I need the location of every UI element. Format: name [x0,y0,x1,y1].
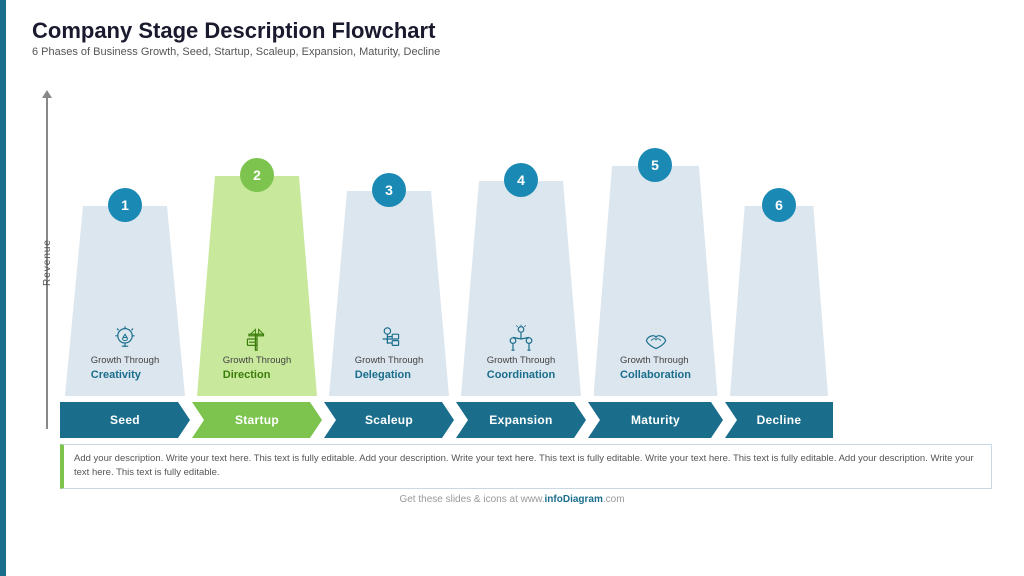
arrow-decline: Decline [725,402,833,438]
arrow-label-maturity: Maturity [631,413,680,427]
creativity-icon [109,323,141,355]
footer-brand: infoDiagram [545,494,603,505]
revenue-label: Revenue [42,239,53,286]
slide: Company Stage Description Flowchart 6 Ph… [0,0,1024,576]
phase-col-3: 3 Growth ThroughDelegation [324,173,454,396]
description-box: Add your description. Write your text he… [60,444,992,489]
header: Company Stage Description Flowchart 6 Ph… [32,18,992,58]
direction-icon [241,323,273,355]
phase-number-2: 2 [240,158,274,192]
arrow-startup: Startup [192,402,322,438]
arrow-maturity: Maturity [588,402,723,438]
phase-label-1: Growth ThroughCreativity [91,355,159,382]
arrow-label-expansion: Expansion [489,413,552,427]
phase-label-2: Growth ThroughDirection [223,355,291,382]
arrow-expansion: Expansion [456,402,586,438]
arrow-label-startup: Startup [235,413,279,427]
phases-row: 1 Growth Through [60,76,992,396]
phase-col-5: 5 Growth ThroughCollaboration [588,148,723,396]
arrow-label-seed: Seed [110,413,140,427]
arrow-label-decline: Decline [757,413,802,427]
slide-subtitle: 6 Phases of Business Growth, Seed, Start… [32,46,992,58]
footer-note: Get these slides & icons at www.infoDiag… [32,494,992,505]
phase-number-1: 1 [108,188,142,222]
phase-col-4: 4 [456,163,586,396]
diagram-area: Revenue 1 [32,66,992,489]
collaboration-icon [640,323,672,355]
arrows-row: Seed Startup Scaleup Expansion Maturity … [60,402,992,438]
accent-bar [0,0,6,576]
slide-title: Company Stage Description Flowchart [32,18,992,44]
arrow-label-scaleup: Scaleup [365,413,413,427]
phase-label-4: Growth ThroughCoordination [487,355,555,382]
phase-label-3: Growth ThroughDelegation [355,355,423,382]
phase-col-6: 6 [725,188,833,396]
description-text: Add your description. Write your text he… [74,453,974,478]
delegation-icon [373,323,405,355]
phase-number-5: 5 [638,148,672,182]
phase-label-5: Growth ThroughCollaboration [620,355,691,382]
phase-col-1: 1 Growth Through [60,188,190,396]
phase-number-4: 4 [504,163,538,197]
phase-number-3: 3 [372,173,406,207]
coordination-icon [505,323,537,355]
arrow-seed: Seed [60,402,190,438]
phase-col-2: 2 Growth ThroughDirection [192,158,322,396]
revenue-axis: Revenue [38,96,56,429]
phase-number-6: 6 [762,188,796,222]
arrow-scaleup: Scaleup [324,402,454,438]
